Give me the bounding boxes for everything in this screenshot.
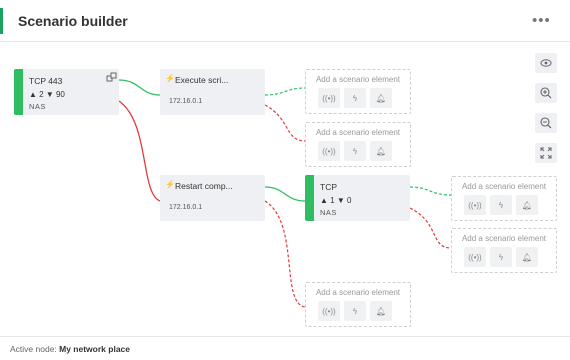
traffic-stats: ▲ 1 ▼ 0 [320, 196, 352, 205]
device-type: NAS [29, 102, 46, 111]
scenario-builder-panel: Scenario builder ••• TCP 443 ▲ 2 ▼ 90 NA… [0, 0, 570, 360]
add-scenario-element[interactable]: Add a scenario element ((•)) ϟ 🔔︎ [305, 122, 411, 167]
active-node-status: Active node: My network place [10, 344, 130, 354]
add-element-label: Add a scenario element [315, 288, 401, 297]
status-bar [14, 69, 23, 115]
lightning-icon[interactable]: ϟ [490, 195, 512, 215]
status-footer: Active node: My network place [0, 336, 570, 360]
device-name: TCP 443 [29, 76, 63, 86]
fit-screen-icon[interactable] [535, 143, 557, 163]
device-node[interactable]: TCP 443 ▲ 2 ▼ 90 NAS [14, 69, 119, 115]
traffic-stats: ▲ 2 ▼ 90 [29, 90, 65, 99]
page-title: Scenario builder [18, 13, 128, 29]
link-success [264, 186, 306, 202]
header-accent-bar [0, 8, 3, 34]
bell-icon[interactable]: 🔔︎ [370, 141, 392, 161]
link-icon[interactable] [106, 72, 117, 82]
device-node[interactable]: TCP ▲ 1 ▼ 0 NAS [305, 175, 410, 221]
lightning-icon: ⚡ [165, 180, 175, 189]
link-success-dashed [264, 87, 306, 96]
add-element-label: Add a scenario element [461, 234, 547, 243]
bell-icon[interactable]: 🔔︎ [516, 247, 538, 267]
scenario-canvas[interactable]: TCP 443 ▲ 2 ▼ 90 NAS ⚡ Execute scri... 1… [0, 43, 570, 336]
eye-icon[interactable] [535, 53, 557, 73]
link-failure-dashed [264, 104, 306, 142]
action-name: Execute scri... [175, 75, 229, 85]
link-success [118, 79, 161, 96]
add-element-label: Add a scenario element [315, 128, 401, 137]
signal-icon[interactable]: ((•)) [318, 141, 340, 161]
status-bar [305, 175, 314, 221]
add-scenario-element[interactable]: Add a scenario element ((•)) ϟ 🔔︎ [305, 282, 411, 327]
lightning-icon[interactable]: ϟ [344, 88, 366, 108]
add-element-label: Add a scenario element [315, 75, 401, 84]
lightning-icon[interactable]: ϟ [344, 301, 366, 321]
add-scenario-element[interactable]: Add a scenario element ((•)) ϟ 🔔︎ [305, 69, 411, 114]
action-ip: 172.16.0.1 [169, 98, 203, 105]
link-failure-dashed [264, 200, 306, 308]
link-success-dashed [409, 186, 452, 196]
lightning-icon[interactable]: ϟ [344, 141, 366, 161]
zoom-in-icon[interactable] [535, 83, 557, 103]
bell-icon[interactable]: 🔔︎ [516, 195, 538, 215]
action-name: Restart comp... [175, 181, 233, 191]
bell-icon[interactable]: 🔔︎ [370, 301, 392, 321]
link-failure [118, 100, 161, 202]
device-name: TCP [320, 182, 337, 192]
active-node-value: My network place [59, 344, 130, 354]
more-options-icon[interactable]: ••• [532, 12, 551, 29]
active-node-label: Active node: [10, 344, 60, 354]
action-node[interactable]: ⚡ Restart comp... 172.16.0.1 [160, 175, 265, 221]
add-element-label: Add a scenario element [461, 182, 547, 191]
signal-icon[interactable]: ((•)) [318, 301, 340, 321]
action-ip: 172.16.0.1 [169, 204, 203, 211]
action-node[interactable]: ⚡ Execute scri... 172.16.0.1 [160, 69, 265, 115]
add-scenario-element[interactable]: Add a scenario element ((•)) ϟ 🔔︎ [451, 228, 557, 273]
signal-icon[interactable]: ((•)) [464, 247, 486, 267]
signal-icon[interactable]: ((•)) [318, 88, 340, 108]
lightning-icon: ⚡ [165, 74, 175, 83]
zoom-out-icon[interactable] [535, 113, 557, 133]
device-type: NAS [320, 208, 337, 217]
bell-icon[interactable]: 🔔︎ [370, 88, 392, 108]
panel-header: Scenario builder ••• [0, 0, 570, 42]
link-failure-dashed [409, 207, 452, 249]
signal-icon[interactable]: ((•)) [464, 195, 486, 215]
lightning-icon[interactable]: ϟ [490, 247, 512, 267]
add-scenario-element[interactable]: Add a scenario element ((•)) ϟ 🔔︎ [451, 176, 557, 221]
